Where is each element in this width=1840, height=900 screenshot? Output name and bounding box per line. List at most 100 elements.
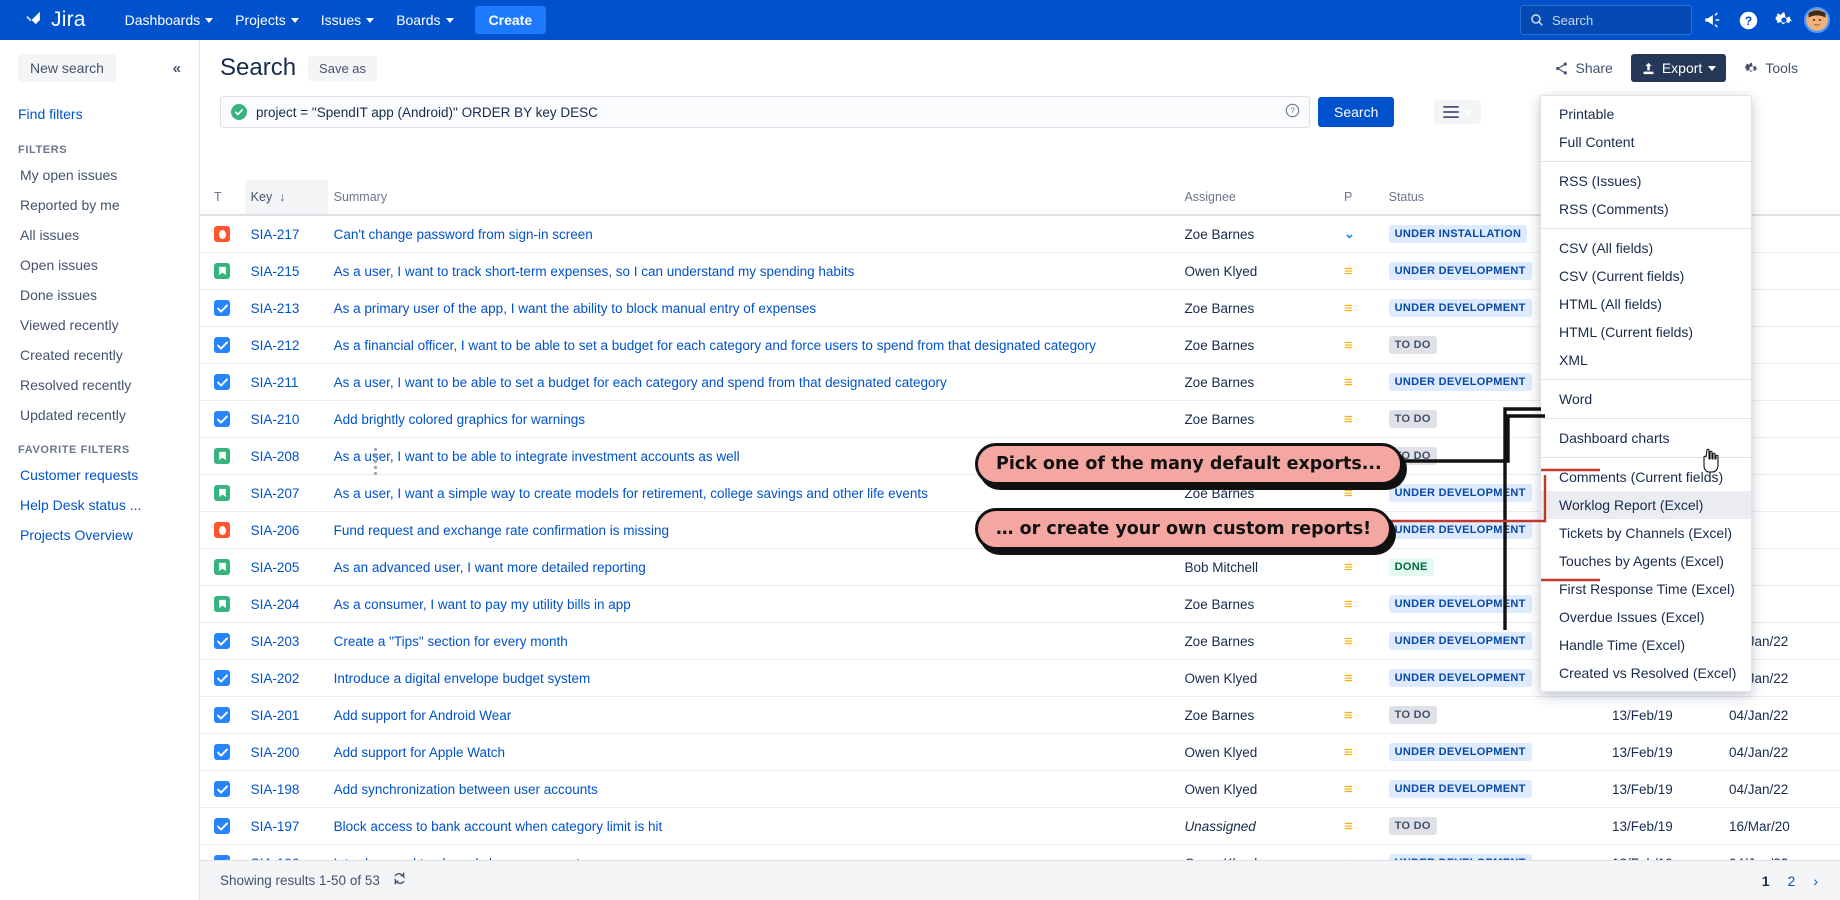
tools-button[interactable]: Tools bbox=[1734, 54, 1822, 82]
export-menu-item[interactable]: Handle Time (Excel) bbox=[1541, 631, 1751, 659]
cell-type[interactable] bbox=[200, 771, 245, 808]
export-menu-item[interactable]: Created vs Resolved (Excel) bbox=[1541, 659, 1751, 687]
cell-summary[interactable]: Add support for Apple Watch bbox=[328, 734, 1179, 771]
cell-key[interactable]: SIA-206 bbox=[245, 512, 328, 549]
sidebar-item-resolved-recently[interactable]: Resolved recently bbox=[0, 370, 199, 400]
nav-boards[interactable]: Boards bbox=[385, 0, 464, 40]
column-header-summary[interactable]: Summary bbox=[328, 180, 1179, 215]
sidebar-item-reported-by-me[interactable]: Reported by me bbox=[0, 190, 199, 220]
nav-dashboards[interactable]: Dashboards bbox=[114, 0, 225, 40]
table-row[interactable]: SIA-200Add support for Apple WatchOwen K… bbox=[200, 734, 1840, 771]
cell-key[interactable]: SIA-212 bbox=[245, 327, 328, 364]
create-button[interactable]: Create bbox=[475, 6, 547, 34]
cell-key[interactable]: SIA-202 bbox=[245, 660, 328, 697]
export-menu-item[interactable]: Worklog Report (Excel) bbox=[1541, 491, 1751, 519]
avatar[interactable] bbox=[1804, 7, 1830, 33]
cell-type[interactable] bbox=[200, 253, 245, 290]
sidebar-item-projects-overview[interactable]: Projects Overview bbox=[0, 520, 199, 550]
cell-summary[interactable]: As a financial officer, I want to be abl… bbox=[328, 327, 1179, 364]
cell-summary[interactable]: Block access to bank account when catego… bbox=[328, 808, 1179, 845]
cell-summary[interactable]: As a user, I want to track short-term ex… bbox=[328, 253, 1179, 290]
export-button[interactable]: Export bbox=[1631, 54, 1726, 82]
export-menu-item[interactable]: XML bbox=[1541, 346, 1751, 374]
search-options-chevron-down-icon[interactable] bbox=[1402, 98, 1426, 127]
cell-type[interactable] bbox=[200, 845, 245, 861]
column-header-priority[interactable]: P bbox=[1338, 180, 1383, 215]
cell-type[interactable] bbox=[200, 734, 245, 771]
table-row[interactable]: SIA-196Introduce and track goals by expe… bbox=[200, 845, 1840, 861]
cell-summary[interactable]: Add support for Android Wear bbox=[328, 697, 1179, 734]
cell-summary[interactable]: Introduce and track goals by expense cat… bbox=[328, 845, 1179, 861]
cell-key[interactable]: SIA-205 bbox=[245, 549, 328, 586]
cell-key[interactable]: SIA-211 bbox=[245, 364, 328, 401]
cell-key[interactable]: SIA-213 bbox=[245, 290, 328, 327]
sidebar-item-updated-recently[interactable]: Updated recently bbox=[0, 400, 199, 430]
new-search-button[interactable]: New search bbox=[18, 54, 116, 82]
view-mode-button[interactable] bbox=[1434, 100, 1481, 124]
share-button[interactable]: Share bbox=[1544, 54, 1622, 82]
sidebar-item-my-open-issues[interactable]: My open issues bbox=[0, 160, 199, 190]
page-2-button[interactable]: 2 bbox=[1788, 873, 1796, 889]
cell-key[interactable]: SIA-196 bbox=[245, 845, 328, 861]
cell-summary[interactable]: Create a "Tips" section for every month bbox=[328, 623, 1179, 660]
cell-type[interactable] bbox=[200, 697, 245, 734]
cell-key[interactable]: SIA-200 bbox=[245, 734, 328, 771]
column-header-assignee[interactable]: Assignee bbox=[1178, 180, 1338, 215]
cell-key[interactable]: SIA-204 bbox=[245, 586, 328, 623]
export-menu-item[interactable]: RSS (Comments) bbox=[1541, 195, 1751, 223]
jira-logo[interactable]: Jira bbox=[22, 8, 86, 32]
cell-type[interactable] bbox=[200, 364, 245, 401]
cell-status[interactable]: TO DO bbox=[1383, 808, 1606, 845]
settings-icon[interactable] bbox=[1768, 4, 1800, 36]
row-drag-handle[interactable] bbox=[374, 448, 378, 474]
cell-key[interactable]: SIA-217 bbox=[245, 215, 328, 253]
cell-key[interactable]: SIA-201 bbox=[245, 697, 328, 734]
export-menu-item[interactable]: Word bbox=[1541, 385, 1751, 413]
export-menu-item[interactable]: Overdue Issues (Excel) bbox=[1541, 603, 1751, 631]
cell-key[interactable]: SIA-203 bbox=[245, 623, 328, 660]
cell-key[interactable]: SIA-215 bbox=[245, 253, 328, 290]
jql-input[interactable]: project = "SpendIT app (Android)" ORDER … bbox=[220, 96, 1310, 128]
cell-summary[interactable]: Add synchronization between user account… bbox=[328, 771, 1179, 808]
cell-status[interactable]: UNDER DEVELOPMENT bbox=[1383, 734, 1606, 771]
cell-status[interactable]: UNDER DEVELOPMENT bbox=[1383, 845, 1606, 861]
sidebar-item-open-issues[interactable]: Open issues bbox=[0, 250, 199, 280]
cell-key[interactable]: SIA-207 bbox=[245, 475, 328, 512]
help-icon[interactable]: ? bbox=[1732, 4, 1764, 36]
cell-type[interactable] bbox=[200, 215, 245, 253]
nav-projects[interactable]: Projects bbox=[224, 0, 310, 40]
export-menu-item[interactable]: CSV (All fields) bbox=[1541, 234, 1751, 262]
cell-type[interactable] bbox=[200, 512, 245, 549]
sidebar-item-help-desk-status[interactable]: Help Desk status ... bbox=[0, 490, 199, 520]
help-icon[interactable]: ? bbox=[1285, 103, 1300, 121]
refresh-icon[interactable] bbox=[392, 871, 407, 890]
cell-key[interactable]: SIA-208 bbox=[245, 438, 328, 475]
find-filters-link[interactable]: Find filters bbox=[0, 82, 199, 130]
cell-type[interactable] bbox=[200, 290, 245, 327]
sidebar-item-created-recently[interactable]: Created recently bbox=[0, 340, 199, 370]
cell-summary[interactable]: Introduce a digital envelope budget syst… bbox=[328, 660, 1179, 697]
next-page-button[interactable]: › bbox=[1813, 873, 1818, 889]
sidebar-item-done-issues[interactable]: Done issues bbox=[0, 280, 199, 310]
export-menu-item[interactable]: HTML (All fields) bbox=[1541, 290, 1751, 318]
cell-summary[interactable]: Add brightly colored graphics for warnin… bbox=[328, 401, 1179, 438]
cell-type[interactable] bbox=[200, 623, 245, 660]
table-row[interactable]: SIA-198Add synchronization between user … bbox=[200, 771, 1840, 808]
column-header-key[interactable]: Key ↓ bbox=[245, 180, 328, 215]
cell-type[interactable] bbox=[200, 401, 245, 438]
cell-key[interactable]: SIA-197 bbox=[245, 808, 328, 845]
cell-key[interactable]: SIA-198 bbox=[245, 771, 328, 808]
collapse-sidebar-icon[interactable]: « bbox=[173, 60, 181, 77]
cell-summary[interactable]: As a consumer, I want to pay my utility … bbox=[328, 586, 1179, 623]
export-menu-item[interactable]: CSV (Current fields) bbox=[1541, 262, 1751, 290]
export-menu-item[interactable]: HTML (Current fields) bbox=[1541, 318, 1751, 346]
export-menu-item[interactable]: Full Content bbox=[1541, 128, 1751, 156]
cell-type[interactable] bbox=[200, 660, 245, 697]
export-menu-item[interactable]: RSS (Issues) bbox=[1541, 167, 1751, 195]
export-dropdown-menu[interactable]: PrintableFull ContentRSS (Issues)RSS (Co… bbox=[1540, 95, 1752, 692]
search-submit-button[interactable]: Search bbox=[1318, 97, 1394, 127]
cell-summary[interactable]: As an advanced user, I want more detaile… bbox=[328, 549, 1179, 586]
export-menu-item[interactable]: Touches by Agents (Excel) bbox=[1541, 547, 1751, 575]
sidebar-item-customer-requests[interactable]: Customer requests bbox=[0, 460, 199, 490]
table-row[interactable]: SIA-197Block access to bank account when… bbox=[200, 808, 1840, 845]
